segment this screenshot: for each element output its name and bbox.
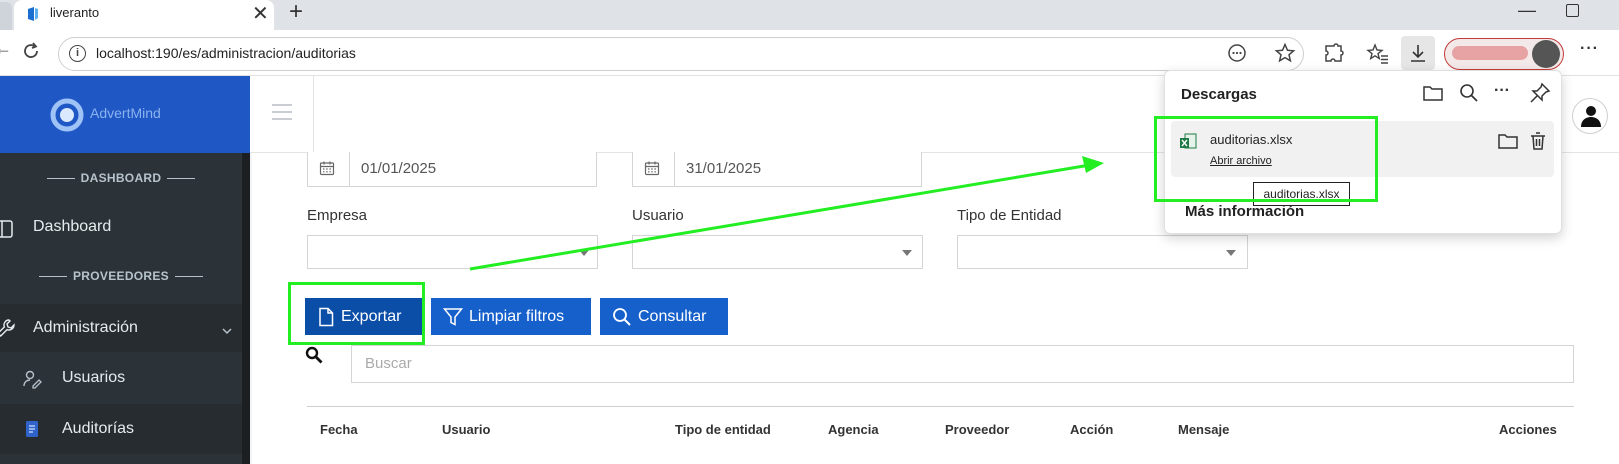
pin-icon[interactable] bbox=[1529, 82, 1551, 104]
sidebar-section-proveedores: PROVEEDORES bbox=[0, 269, 242, 283]
more-options-icon[interactable]: ··· bbox=[1494, 82, 1510, 100]
chevron-down-icon bbox=[902, 250, 912, 256]
user-edit-icon bbox=[23, 370, 42, 389]
highlight-box-download bbox=[1154, 116, 1378, 202]
sidebar-section-dashboard: DASHBOARD bbox=[0, 171, 242, 185]
chevron-down-icon bbox=[579, 250, 589, 256]
address-bar-url[interactable]: localhost:190/es/administracion/auditori… bbox=[96, 45, 356, 61]
window-minimize-icon[interactable]: — bbox=[1518, 0, 1536, 21]
table-header-divider bbox=[307, 406, 1574, 407]
show-in-folder-icon[interactable] bbox=[1497, 130, 1519, 152]
new-tab-icon[interactable]: + bbox=[289, 0, 303, 26]
sidebar-scrollbar[interactable] bbox=[242, 153, 250, 464]
advertmind-logo-icon bbox=[50, 98, 84, 132]
sidebar-item-label: Administración bbox=[33, 319, 138, 336]
extensions-icon[interactable] bbox=[1322, 42, 1346, 66]
date-from-value[interactable]: 01/01/2025 bbox=[361, 160, 436, 177]
filter-icon bbox=[443, 307, 463, 326]
column-header-mensaje[interactable]: Mensaje bbox=[1178, 422, 1229, 437]
calendar-icon bbox=[319, 161, 335, 176]
date-from-field[interactable] bbox=[307, 152, 597, 187]
reading-mode-icon[interactable] bbox=[1226, 42, 1248, 64]
clear-filters-label: Limpiar filtros bbox=[469, 307, 565, 325]
search-icon[interactable] bbox=[1458, 82, 1480, 104]
column-header-accion[interactable]: Acción bbox=[1070, 422, 1113, 437]
sidebar-item-label: Usuarios bbox=[62, 369, 126, 386]
chevron-down-icon bbox=[222, 328, 232, 335]
tipo-entidad-select[interactable] bbox=[957, 235, 1248, 269]
clear-filters-button[interactable]: Limpiar filtros bbox=[431, 298, 591, 335]
search-icon bbox=[305, 346, 323, 364]
sidebar-item-label: Auditorías bbox=[62, 420, 135, 437]
column-header-agencia[interactable]: Agencia bbox=[828, 422, 879, 437]
date-addon-divider bbox=[674, 152, 675, 187]
reload-icon[interactable] bbox=[20, 40, 42, 62]
column-header-tipo-entidad[interactable]: Tipo de entidad bbox=[675, 422, 771, 437]
layout-icon bbox=[0, 220, 13, 238]
highlight-box-export bbox=[288, 282, 425, 345]
query-button[interactable]: Consultar bbox=[600, 298, 728, 335]
search-input[interactable] bbox=[351, 345, 1574, 383]
logo-text: AdvertMind bbox=[90, 105, 161, 121]
tipo-entidad-label: Tipo de Entidad bbox=[957, 207, 1062, 224]
folder-icon[interactable] bbox=[1422, 82, 1444, 104]
delete-icon[interactable] bbox=[1527, 130, 1549, 152]
column-header-fecha[interactable]: Fecha bbox=[320, 422, 358, 437]
usuario-label: Usuario bbox=[632, 207, 684, 224]
search-placeholder: Buscar bbox=[365, 355, 412, 372]
usuario-select[interactable] bbox=[632, 235, 923, 269]
document-icon bbox=[26, 421, 38, 437]
wrench-icon bbox=[0, 319, 15, 337]
date-to-field[interactable] bbox=[632, 152, 922, 187]
chevron-down-icon bbox=[1226, 250, 1236, 256]
tab-title: liveranto bbox=[50, 5, 100, 20]
sidebar-item-label: Dashboard bbox=[33, 218, 112, 235]
downloads-title: Descargas bbox=[1181, 86, 1257, 103]
download-icon bbox=[1411, 45, 1425, 62]
empresa-select[interactable] bbox=[307, 235, 598, 269]
previous-tab[interactable] bbox=[0, 2, 12, 30]
window-maximize-icon[interactable] bbox=[1566, 4, 1579, 17]
browser-menu-icon[interactable]: ··· bbox=[1580, 40, 1599, 58]
column-header-acciones[interactable]: Acciones bbox=[1499, 422, 1557, 437]
search-icon bbox=[613, 307, 631, 326]
favorites-list-icon[interactable] bbox=[1366, 42, 1390, 66]
favorite-star-icon[interactable] bbox=[1274, 42, 1296, 64]
column-header-proveedor[interactable]: Proveedor bbox=[945, 422, 1009, 437]
header-divider bbox=[313, 76, 314, 153]
profile-avatar bbox=[1532, 40, 1560, 68]
tab-favicon-icon bbox=[28, 7, 38, 21]
profile-name-blurred bbox=[1452, 46, 1528, 60]
empresa-label: Empresa bbox=[307, 207, 368, 224]
site-info-icon[interactable]: i bbox=[69, 45, 86, 62]
date-to-value[interactable]: 31/01/2025 bbox=[686, 160, 761, 177]
tab-close-icon[interactable]: ✕ bbox=[252, 1, 269, 26]
query-button-label: Consultar bbox=[638, 307, 707, 325]
menu-toggle-icon[interactable] bbox=[270, 102, 294, 122]
calendar-icon bbox=[644, 161, 660, 176]
date-addon-divider bbox=[349, 152, 350, 187]
user-icon bbox=[1581, 106, 1601, 127]
back-icon[interactable]: ← bbox=[0, 38, 12, 59]
column-header-usuario[interactable]: Usuario bbox=[442, 422, 490, 437]
